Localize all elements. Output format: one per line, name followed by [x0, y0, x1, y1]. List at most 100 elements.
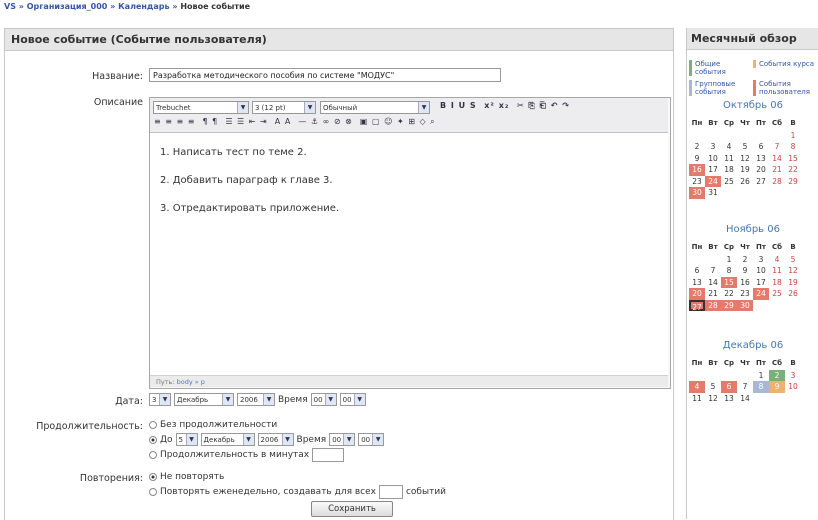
calendar-day[interactable]: 19 — [785, 277, 801, 289]
calendar-day[interactable]: 10 — [753, 265, 769, 277]
calendar-day[interactable]: 6 — [753, 141, 769, 153]
calendar-day[interactable]: 9 — [737, 265, 753, 277]
calendar-day[interactable]: 7 — [737, 381, 753, 393]
calendar-day[interactable]: 3 — [785, 370, 801, 382]
calendar-day[interactable]: 11 — [721, 153, 737, 165]
calendar-day[interactable]: 13 — [689, 277, 705, 289]
calendar-day[interactable]: 11 — [689, 393, 705, 405]
legend-general[interactable]: Общие события — [689, 60, 753, 76]
size-select[interactable]: 3 (12 pt) ▼ — [252, 101, 316, 114]
legend-course[interactable]: События курса — [753, 60, 818, 68]
calendar-day[interactable]: 5 — [737, 141, 753, 153]
until-day-select[interactable]: 5 ▼ — [175, 433, 198, 446]
calendar-day[interactable]: 3 — [705, 141, 721, 153]
calendar-day[interactable]: 16 — [737, 277, 753, 289]
calendar-day[interactable]: 21 — [705, 288, 721, 300]
calendar-day[interactable]: 19 — [737, 164, 753, 176]
calendar-day[interactable]: 24 — [705, 175, 721, 187]
duration-minutes-radio[interactable] — [149, 451, 157, 459]
calendar-day[interactable]: 31 — [705, 187, 721, 199]
calendar-day[interactable]: 15 — [721, 276, 737, 288]
breadcrumb-calendar[interactable]: Календарь — [118, 2, 169, 11]
duration-none-radio[interactable] — [149, 421, 157, 429]
calendar-day[interactable]: 28 — [769, 176, 785, 188]
legend-user[interactable]: События пользователя — [753, 80, 818, 96]
minute-select[interactable]: 00 ▼ — [339, 393, 366, 406]
calendar-day[interactable]: 28 — [705, 299, 721, 311]
save-button[interactable]: Сохранить — [311, 501, 393, 517]
calendar-day[interactable]: 1 — [753, 370, 769, 382]
calendar-day[interactable]: 20 — [689, 288, 705, 300]
until-month-select[interactable]: Декабрь ▼ — [200, 433, 255, 446]
style-select[interactable]: Обычный ▼ — [320, 101, 430, 114]
year-select[interactable]: 2006 ▼ — [237, 393, 275, 406]
calendar-day[interactable]: 15 — [785, 153, 801, 165]
font-select[interactable]: Trebuchet ▼ — [153, 101, 249, 114]
calendar-day[interactable]: 13 — [753, 153, 769, 165]
duration-until-radio[interactable] — [149, 435, 157, 444]
month-title-nov[interactable]: Ноябрь 06 — [687, 224, 818, 235]
calendar-day[interactable]: 24 — [753, 288, 769, 300]
duration-minutes-input[interactable] — [312, 448, 345, 462]
calendar-day[interactable]: 10 — [705, 153, 721, 165]
calendar-day[interactable]: 6 — [721, 381, 737, 393]
day-select[interactable]: 3 ▼ — [149, 393, 171, 406]
calendar-day[interactable]: 12 — [785, 265, 801, 277]
until-minute-select[interactable]: 00 ▼ — [358, 433, 385, 446]
calendar-day[interactable]: 11 — [769, 265, 785, 277]
path-value[interactable]: body » p — [177, 378, 205, 386]
breadcrumb-home[interactable]: VS — [4, 2, 16, 11]
calendar-day[interactable]: 14 — [737, 393, 753, 405]
calendar-day[interactable]: 2 — [689, 141, 705, 153]
calendar-day[interactable]: 2 — [769, 369, 785, 381]
calendar-day[interactable]: 9 — [769, 381, 785, 393]
calendar-day[interactable]: 2 — [737, 254, 753, 266]
calendar-day[interactable]: 14 — [705, 277, 721, 289]
calendar-day[interactable]: 7 — [769, 141, 785, 153]
calendar-day[interactable]: 12 — [705, 393, 721, 405]
repeat-count-input[interactable] — [378, 485, 403, 499]
calendar-day[interactable]: 29 — [785, 176, 801, 188]
repeat-no-radio[interactable] — [149, 473, 157, 481]
calendar-day[interactable]: 22 — [721, 288, 737, 300]
calendar-day[interactable]: 17 — [705, 164, 721, 176]
calendar-day[interactable]: 29 — [721, 299, 737, 311]
legend-group[interactable]: Групповые события — [689, 80, 753, 96]
calendar-day[interactable]: 30 — [689, 187, 705, 199]
calendar-day[interactable]: 27 — [753, 176, 769, 188]
hour-select[interactable]: 00 ▼ — [310, 393, 337, 406]
calendar-day[interactable]: 8 — [753, 381, 769, 393]
calendar-day[interactable]: 6 — [689, 265, 705, 277]
calendar-day[interactable]: 16 — [689, 164, 705, 176]
calendar-day[interactable]: 5 — [705, 381, 721, 393]
calendar-day[interactable]: 4 — [769, 254, 785, 266]
calendar-day[interactable]: 12 — [737, 153, 753, 165]
calendar-day[interactable]: 4 — [721, 141, 737, 153]
name-input[interactable] — [149, 68, 501, 82]
calendar-day[interactable]: 5 — [785, 254, 801, 266]
format-buttons[interactable]: B I U S x² x₂ ✂ ⎘ ⎗ ↶ ↷ — [440, 101, 570, 111]
calendar-day[interactable]: 3 — [753, 254, 769, 266]
month-title-dec[interactable]: Декабрь 06 — [687, 340, 818, 351]
calendar-day[interactable]: 18 — [721, 164, 737, 176]
breadcrumb-org[interactable]: Организация_000 — [27, 2, 108, 11]
month-title-oct[interactable]: Октябрь 06 — [687, 100, 818, 111]
calendar-day[interactable]: 23 — [737, 288, 753, 300]
calendar-day[interactable]: 8 — [785, 141, 801, 153]
calendar-day[interactable]: 7 — [705, 265, 721, 277]
calendar-day[interactable]: 21 — [769, 164, 785, 176]
repeat-weekly-radio[interactable] — [149, 488, 157, 496]
calendar-day[interactable]: 10 — [785, 381, 801, 393]
calendar-day[interactable]: 18 — [769, 277, 785, 289]
calendar-day[interactable]: 1 — [721, 254, 737, 266]
calendar-day[interactable]: 26 — [785, 288, 801, 300]
calendar-day[interactable]: 23 — [689, 176, 705, 188]
until-year-select[interactable]: 2006 ▼ — [257, 433, 294, 446]
calendar-day[interactable]: 9 — [689, 153, 705, 165]
calendar-day[interactable]: 27 — [689, 299, 705, 312]
calendar-day[interactable]: 25 — [721, 176, 737, 188]
calendar-day[interactable]: 17 — [753, 277, 769, 289]
calendar-day[interactable]: 25 — [769, 288, 785, 300]
calendar-day[interactable]: 26 — [737, 176, 753, 188]
calendar-day[interactable]: 22 — [785, 164, 801, 176]
